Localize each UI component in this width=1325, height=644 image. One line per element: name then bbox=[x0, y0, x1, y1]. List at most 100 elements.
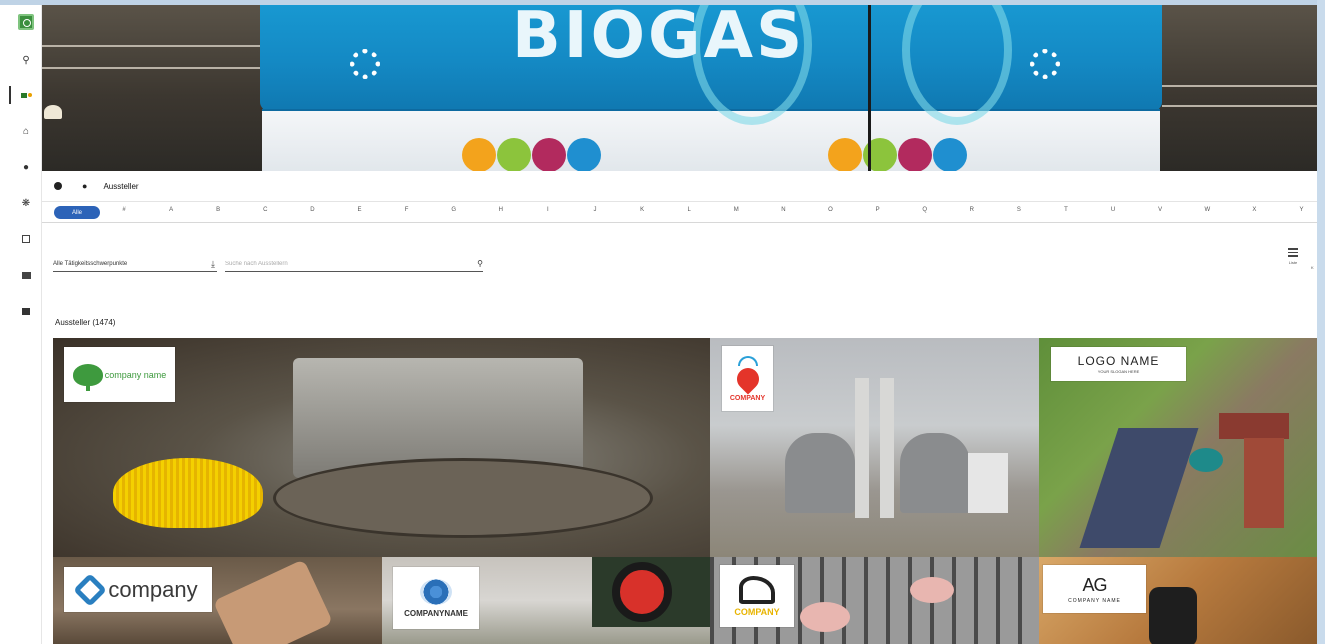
list-view-toggle[interactable]: Liste bbox=[1284, 248, 1302, 274]
download-arrow-icon: ⤓ bbox=[211, 259, 215, 269]
alphabet-letter-o[interactable]: O bbox=[821, 207, 841, 213]
logo-text: COMPANY bbox=[729, 394, 766, 402]
control-cabinet-graphic bbox=[968, 453, 1008, 513]
breadcrumb: ● Aussteller bbox=[42, 171, 1317, 202]
logo-slogan: COMPANY NAME bbox=[1068, 597, 1121, 604]
logo-text: COMPANYNAME bbox=[404, 608, 468, 618]
gift-icon[interactable] bbox=[10, 300, 42, 322]
alphabet-letter-f[interactable]: F bbox=[397, 207, 417, 213]
alphabet-letter-h[interactable]: H bbox=[491, 207, 511, 213]
logo-slogan: YOUR SLOGAN HERE bbox=[1097, 369, 1140, 374]
window-edge-right bbox=[1317, 0, 1325, 644]
search-icon[interactable]: ⚲ bbox=[10, 49, 42, 71]
pig-graphic bbox=[910, 577, 954, 603]
alphabet-letter-a[interactable]: A bbox=[161, 207, 181, 213]
gear-graphic-icon bbox=[1030, 49, 1060, 79]
excavator-logo-icon bbox=[739, 575, 775, 604]
app-logo[interactable] bbox=[18, 14, 34, 30]
energy-disc-icon bbox=[532, 138, 566, 171]
logo-text: AG bbox=[1082, 574, 1107, 595]
alphabet-letter-r[interactable]: R bbox=[962, 207, 982, 213]
alphabet-letter-e[interactable]: E bbox=[350, 207, 370, 213]
energy-disc-icon bbox=[828, 138, 862, 171]
alphabet-letter-y[interactable]: Y bbox=[1292, 207, 1312, 213]
exhibitor-logo: company bbox=[64, 567, 212, 612]
logo-text: COMPANY bbox=[734, 606, 780, 617]
logo-text: company name bbox=[104, 369, 167, 380]
energy-disc-icon bbox=[462, 138, 496, 171]
back-icon[interactable] bbox=[54, 182, 62, 190]
alphabet-letter-l[interactable]: L bbox=[679, 207, 699, 213]
category-select[interactable]: Alle Tätigkeitsschwerpunkte ⤓ bbox=[53, 256, 217, 272]
alphabet-letter-d[interactable]: D bbox=[302, 207, 322, 213]
exhibitor-tile[interactable]: LOGO NAME YOUR SLOGAN HERE bbox=[1039, 338, 1317, 557]
language-switch[interactable] bbox=[9, 84, 42, 106]
exhibitor-tile[interactable]: company name bbox=[53, 338, 710, 557]
alphabet-letter-g[interactable]: G bbox=[444, 207, 464, 213]
boiler-graphic bbox=[900, 433, 970, 513]
tractor-wheel-graphic bbox=[612, 562, 672, 622]
alphabet-letter-j[interactable]: J bbox=[585, 207, 605, 213]
map-pin-logo-icon bbox=[731, 362, 764, 395]
language-flag-icon bbox=[20, 92, 27, 98]
exhibitor-tile[interactable]: COMPANYNAME bbox=[382, 557, 710, 644]
alphabet-letter-m[interactable]: M bbox=[726, 207, 746, 213]
alphabet-all-button[interactable]: Alle bbox=[54, 206, 100, 219]
alphabet-letter-u[interactable]: U bbox=[1103, 207, 1123, 213]
document-icon[interactable] bbox=[10, 228, 42, 250]
exhibitor-tile[interactable]: COMPANY bbox=[710, 557, 1039, 644]
side-rail: ⚲ ⌂ ● ❋ bbox=[0, 5, 42, 644]
category-select-value: Alle Tätigkeitsschwerpunkte bbox=[53, 261, 128, 267]
exhibitor-logo: LOGO NAME YOUR SLOGAN HERE bbox=[1051, 347, 1186, 381]
truss-beam bbox=[42, 45, 262, 47]
alphabet-letter-w[interactable]: W bbox=[1197, 207, 1217, 213]
chimney-graphic bbox=[855, 378, 869, 518]
alphabet-letter-s[interactable]: S bbox=[1009, 207, 1029, 213]
alphabet-letter-hash[interactable]: # bbox=[114, 207, 134, 213]
exhibitor-logo: COMPANY bbox=[720, 565, 794, 627]
truss-beam bbox=[1162, 85, 1317, 87]
alphabet-letter-x[interactable]: X bbox=[1244, 207, 1264, 213]
ceiling-lamp bbox=[44, 105, 62, 119]
exhibitor-tile[interactable]: company bbox=[53, 557, 382, 644]
robot-base-graphic bbox=[273, 458, 653, 538]
truss-beam bbox=[42, 67, 262, 69]
home-icon[interactable]: ⌂ bbox=[10, 120, 42, 142]
signal-icon bbox=[737, 355, 758, 366]
alphabet-letter-p[interactable]: P bbox=[868, 207, 888, 213]
alphabet-letter-k[interactable]: K bbox=[632, 207, 652, 213]
language-dot-icon bbox=[27, 93, 32, 97]
list-view-icon bbox=[1288, 248, 1298, 257]
barn-roof-graphic bbox=[1244, 438, 1284, 528]
alphabet-letter-v[interactable]: V bbox=[1150, 207, 1170, 213]
energy-disc-icon bbox=[497, 138, 531, 171]
alphabet-letter-t[interactable]: T bbox=[1056, 207, 1076, 213]
location-pin-icon[interactable]: ● bbox=[10, 156, 42, 178]
exhibitor-tile[interactable]: AG COMPANY NAME bbox=[1039, 557, 1317, 644]
location-pin-icon: ● bbox=[82, 181, 88, 191]
banner-lower-band bbox=[262, 109, 1160, 171]
boiler-graphic bbox=[785, 433, 855, 513]
app-frame: ⚲ ⌂ ● ❋ BIOGAS ● Aussteller Alle # A B C… bbox=[0, 0, 1325, 644]
gallery-icon[interactable] bbox=[10, 264, 42, 286]
banner-text: BIOGAS bbox=[512, 5, 806, 73]
alphabet-letter-i[interactable]: I bbox=[538, 207, 558, 213]
energy-disc-icon bbox=[933, 138, 967, 171]
alphabet-letter-n[interactable]: N bbox=[773, 207, 793, 213]
search-icon[interactable]: ⚲ bbox=[477, 259, 483, 268]
barn-roof-graphic bbox=[1219, 413, 1289, 439]
gear-icon[interactable]: ❋ bbox=[10, 192, 42, 214]
exhibitor-tile[interactable]: COMPANY bbox=[710, 338, 1039, 557]
tree-logo-icon bbox=[72, 363, 103, 391]
list-view-label: Liste bbox=[1288, 260, 1298, 265]
search-input[interactable] bbox=[225, 259, 455, 269]
exhibitor-search: ⚲ bbox=[225, 256, 483, 272]
alphabet-letter-b[interactable]: B bbox=[208, 207, 228, 213]
alphabet-letter-c[interactable]: C bbox=[255, 207, 275, 213]
pig-graphic bbox=[800, 602, 850, 632]
logo-text: company bbox=[108, 576, 198, 602]
alphabet-letter-q[interactable]: Q bbox=[915, 207, 935, 213]
tile-view-label[interactable]: K bbox=[1311, 265, 1314, 270]
support-pole bbox=[868, 5, 871, 171]
alphabet-filter: Alle # A B C D E F G H I J K L M N O P Q R S T U V W X Y bbox=[42, 203, 1317, 223]
